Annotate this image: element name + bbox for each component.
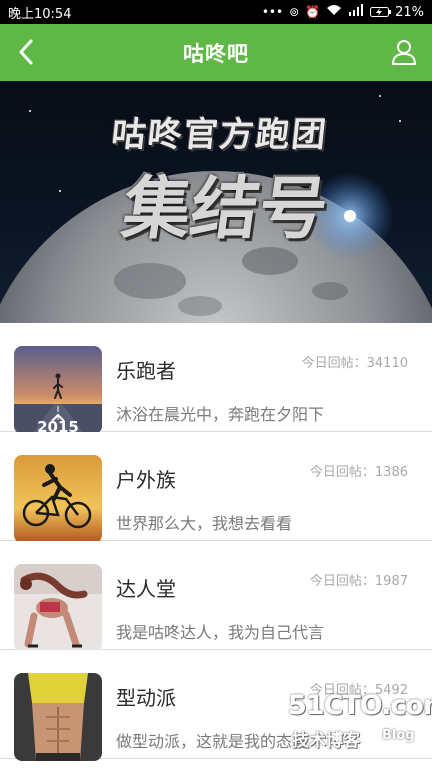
- group-description: 沐浴在晨光中，奔跑在夕阳下: [116, 405, 325, 424]
- group-post-count: 今日回帖：1987: [309, 574, 408, 589]
- page-title: 咕咚吧: [183, 41, 249, 66]
- banner-title: 集结号: [117, 170, 333, 249]
- group-title: 乐跑者: [116, 359, 176, 383]
- user-profile-button[interactable]: [386, 34, 422, 70]
- banner-headline: 咕咚官方跑团: [109, 115, 330, 155]
- data-sync-icon: ⊚: [289, 5, 300, 19]
- group-title: 型动派: [116, 686, 176, 710]
- group-title: 达人堂: [116, 577, 176, 601]
- back-button[interactable]: [8, 34, 44, 70]
- app-bar: 咕咚吧: [0, 24, 432, 81]
- alarm-icon: ⏰: [305, 5, 321, 19]
- group-description: 我是咕咚达人，我为自己代言: [116, 623, 325, 642]
- group-description: 做型动派，这就是我的态度: [116, 732, 309, 751]
- dots-icon: •••: [261, 5, 284, 19]
- back-chevron-icon: [19, 39, 33, 65]
- status-bar: 晚上10:54 ••• ⊚ ⏰ 21%: [0, 0, 432, 24]
- wifi-icon: [326, 4, 342, 20]
- group-thumbnail-fitness: [14, 564, 102, 652]
- list-item[interactable]: 2015 乐跑者 今日回帖：34110 沐浴在晨光中，奔跑在夕阳下: [0, 323, 432, 434]
- group-title: 户外族: [116, 468, 176, 492]
- user-profile-icon: [392, 40, 416, 65]
- status-icons: ••• ⊚ ⏰ 21%: [262, 4, 424, 20]
- group-description: 世界那么大，我想去看看: [116, 514, 293, 533]
- group-post-count: 今日回帖：5492: [309, 683, 408, 698]
- list-item[interactable]: 达人堂 今日回帖：1987 我是咕咚达人，我为自己代言: [0, 541, 432, 652]
- group-thumbnail-runner: 2015: [14, 346, 102, 434]
- group-list: 2015 乐跑者 今日回帖：34110 沐浴在晨光中，奔跑在夕阳下 户外族 今日…: [0, 323, 432, 761]
- group-post-count: 今日回帖：34110: [301, 356, 408, 371]
- group-thumbnail-abs: [14, 673, 102, 761]
- banner[interactable]: 咕咚官方跑团 集结号: [0, 81, 432, 323]
- group-thumbnail-cyclist: [14, 455, 102, 543]
- status-time: 晚上10:54: [8, 6, 72, 22]
- battery-level: 21%: [395, 4, 424, 20]
- charging-icon: [370, 7, 392, 17]
- group-post-count: 今日回帖：1386: [309, 465, 408, 480]
- signal-icon: [348, 4, 364, 20]
- battery-indicator: 21%: [370, 5, 424, 20]
- list-item[interactable]: 户外族 今日回帖：1386 世界那么大，我想去看看: [0, 432, 432, 543]
- list-item[interactable]: 型动派 今日回帖：5492 做型动派，这就是我的态度: [0, 650, 432, 761]
